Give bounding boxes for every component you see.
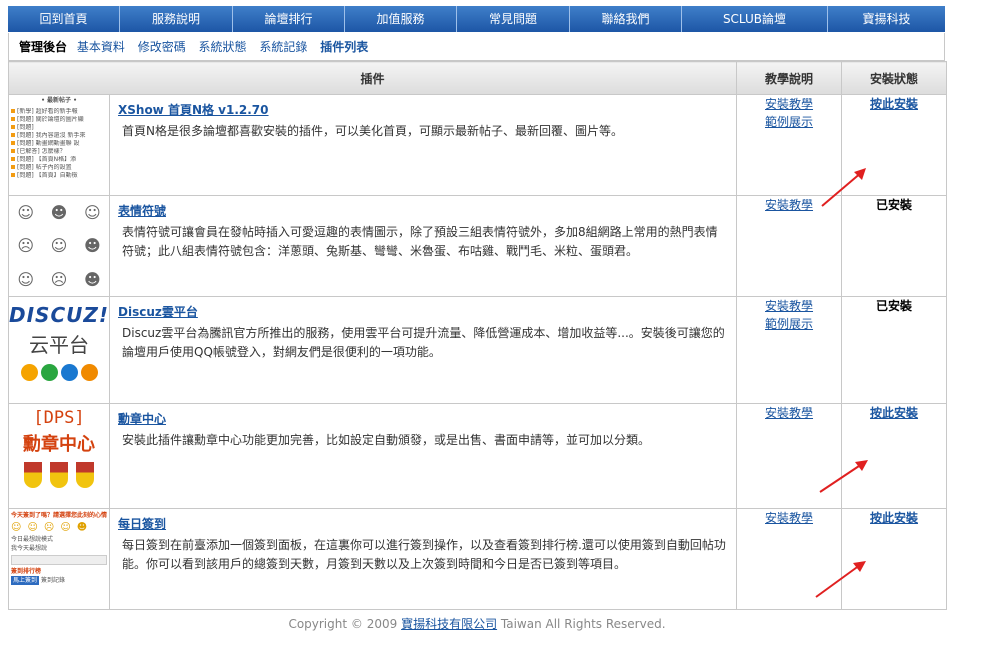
install-button[interactable]: 按此安裝 xyxy=(870,97,918,111)
medal-icon xyxy=(50,462,68,488)
plugin-description: 首頁N格是很多論壇都喜歡安裝的插件，可以美化首頁，可顯示最新帖子、最新回覆、圖片… xyxy=(122,124,623,138)
sub-link-password[interactable]: 修改密碼 xyxy=(138,40,186,54)
nav-faq[interactable]: 常見問題 xyxy=(457,6,570,32)
nav-sclub[interactable]: SCLUB論壇 xyxy=(682,6,828,32)
plugin-name-link[interactable]: Discuz雲平台 xyxy=(118,303,728,320)
sub-link-system-log[interactable]: 系統記錄 xyxy=(259,40,307,54)
install-tutorial-link[interactable]: 安裝教學 xyxy=(737,509,841,527)
medal-icon xyxy=(24,462,42,488)
red-arrow-annotation xyxy=(815,561,866,598)
plugin-name-link[interactable]: 表情符號 xyxy=(118,202,728,219)
manyou-icon xyxy=(80,364,98,381)
medal-icon xyxy=(76,462,94,488)
table-row: 今天簽到了嗎？請選擇您此刻的心情 ☺ ☺ ☹ ☺ ☻ 今日最想說模式 我今天最想說 簽到… xyxy=(8,508,948,610)
installed-status: 已安裝 xyxy=(876,299,913,313)
plugin-name-link[interactable]: XShow 首頁N格 v1.2.70 xyxy=(118,101,728,118)
install-button[interactable]: 按此安裝 xyxy=(870,406,918,420)
install-tutorial-link[interactable]: 安裝教學 xyxy=(737,404,841,422)
tutorial-cell: 安裝教學 xyxy=(736,195,843,297)
table-row: ☺ ☻ ☺ ☹ ☺ ☻ ☺ ☹ ☻ 表情符號 表情符號可讓會員在發帖時插入可愛逗… xyxy=(8,195,948,297)
nav-value-added[interactable]: 加值服務 xyxy=(345,6,457,32)
plugin-info: 勳章中心 安裝此插件讓勳章中心功能更加完善，比如設定自動頒發，或是出售、書面申請… xyxy=(108,403,738,509)
plugin-info: XShow 首頁N格 v1.2.70 首頁N格是很多論壇都喜歡安裝的插件，可以美… xyxy=(108,94,738,196)
plugin-info: 表情符號 表情符號可讓會員在發帖時插入可愛逗趣的表情圖示，除了預設三組表情符號外… xyxy=(108,195,738,297)
emoticon-icon: ☺ xyxy=(17,269,34,289)
plugin-table: 插件 教學說明 安裝狀態 • 最新帖子 • [新學] 超好看的新手報 [問題] … xyxy=(7,61,948,610)
top-navigation: 回到首頁 服務說明 論壇排行 加值服務 常見問題 聯絡我們 SCLUB論壇 寶揚… xyxy=(8,6,945,32)
installed-status: 已安裝 xyxy=(876,198,913,212)
plugin-description: 安裝此插件讓勳章中心功能更加完善，比如設定自動頒發，或是出售、書面申請等，並可加… xyxy=(122,433,651,447)
header-plugin: 插件 xyxy=(7,61,738,95)
install-button[interactable]: 按此安裝 xyxy=(870,511,918,525)
emoticon-thumbnail-image: ☺ ☻ ☺ ☹ ☺ ☻ ☺ ☹ ☻ xyxy=(9,196,109,296)
copyright-suffix: Taiwan All Rights Reserved. xyxy=(497,617,666,631)
sub-link-profile[interactable]: 基本資料 xyxy=(77,40,125,54)
plugin-thumbnail: DISCUZ! 云平台 xyxy=(8,296,110,404)
header-tutorial: 教學說明 xyxy=(736,61,843,95)
demo-link[interactable]: 範例展示 xyxy=(737,315,841,333)
cloud-icon xyxy=(60,364,78,381)
nav-services[interactable]: 服務說明 xyxy=(120,6,233,32)
install-tutorial-link[interactable]: 安裝教學 xyxy=(737,297,841,315)
plugin-thumbnail: • 最新帖子 • [新學] 超好看的新手報 [問題] 關於論壇的圖片顯 [問題]… xyxy=(8,94,110,196)
table-row: [DPS] 勳章中心 勳章中心 安裝此插件讓勳章中心功能更加完善，比如設定自動頒… xyxy=(8,403,948,509)
header-status: 安裝狀態 xyxy=(841,61,948,95)
table-row: • 最新帖子 • [新學] 超好看的新手報 [問題] 關於論壇的圖片顯 [問題]… xyxy=(8,94,948,196)
nav-home[interactable]: 回到首頁 xyxy=(8,6,120,32)
plugin-thumbnail: [DPS] 勳章中心 xyxy=(8,403,110,509)
status-cell: 已安裝 xyxy=(841,296,948,404)
plugin-description: Discuz雲平台為騰訊官方所推出的服務，使用雲平台可提升流量、降低營運成本、增… xyxy=(122,326,725,359)
plugin-description: 每日簽到在前臺添加一個簽到面板，在這裏你可以進行簽到操作，以及查看簽到排行榜.還… xyxy=(122,538,726,571)
plugin-thumbnail: ☺ ☻ ☺ ☹ ☺ ☻ ☺ ☹ ☻ xyxy=(8,195,110,297)
daily-signin-thumbnail-image: 今天簽到了嗎？請選擇您此刻的心情 ☺ ☺ ☹ ☺ ☻ 今日最想說模式 我今天最想說 簽到… xyxy=(11,512,108,585)
emoticon-icon: ☻ xyxy=(83,236,101,256)
sub-link-system-status[interactable]: 系統狀態 xyxy=(199,40,247,54)
admin-subnav: 管理後台 基本資料 修改密碼 系統狀態 系統記錄 插件列表 xyxy=(8,33,945,61)
emoticon-icon: ☺ xyxy=(83,203,101,223)
emoticon-icon: ☺ xyxy=(50,236,68,256)
admin-label: 管理後台 xyxy=(19,40,68,54)
install-tutorial-link[interactable]: 安裝教學 xyxy=(737,95,841,113)
emoticon-icon: ☺ xyxy=(17,203,34,223)
discuz-cloud-logo-image: DISCUZ! 云平台 xyxy=(9,297,109,403)
medal-center-thumbnail-image: [DPS] 勳章中心 xyxy=(9,404,109,508)
plugin-info: Discuz雲平台 Discuz雲平台為騰訊官方所推出的服務，使用雲平台可提升流… xyxy=(108,296,738,404)
table-header-row: 插件 教學說明 安裝狀態 xyxy=(7,61,948,95)
emoticon-icon: ☹ xyxy=(50,269,68,289)
nav-company[interactable]: 寶揚科技 xyxy=(828,6,945,32)
qq-icon xyxy=(20,364,38,381)
nav-contact[interactable]: 聯絡我們 xyxy=(570,6,682,32)
table-row: DISCUZ! 云平台 Discuz雲平台 Discuz雲平台為騰訊官方所推出的… xyxy=(8,296,948,404)
plugin-name-link[interactable]: 勳章中心 xyxy=(118,410,728,427)
tutorial-cell: 安裝教學 範例展示 xyxy=(736,296,843,404)
company-link[interactable]: 寶揚科技有限公司 xyxy=(401,617,497,631)
footer: Copyright © 2009 寶揚科技有限公司 Taiwan All Rig… xyxy=(8,609,946,632)
plugin-name-link[interactable]: 每日簽到 xyxy=(118,515,728,532)
plugin-description: 表情符號可讓會員在發帖時插入可愛逗趣的表情圖示，除了預設三組表情符號外，多加8組… xyxy=(122,225,718,258)
sub-link-plugin-list[interactable]: 插件列表 xyxy=(320,40,368,54)
plugin-info: 每日簽到 每日簽到在前臺添加一個簽到面板，在這裏你可以進行簽到操作，以及查看簽到… xyxy=(108,508,738,610)
red-arrow-annotation xyxy=(819,460,868,493)
demo-link[interactable]: 範例展示 xyxy=(737,113,841,131)
status-cell: 已安裝 xyxy=(841,195,948,297)
copyright-text: Copyright © 2009 xyxy=(288,617,402,631)
nav-ranking[interactable]: 論壇排行 xyxy=(233,6,345,32)
red-arrow-annotation xyxy=(821,168,866,207)
xshow-thumbnail-image: • 最新帖子 • [新學] 超好看的新手報 [問題] 關於論壇的圖片顯 [問題]… xyxy=(9,95,109,195)
emoticon-icon: ☻ xyxy=(50,203,68,223)
weibo-icon xyxy=(40,364,58,381)
plugin-thumbnail: 今天簽到了嗎？請選擇您此刻的心情 ☺ ☺ ☹ ☺ ☻ 今日最想說模式 我今天最想說 簽到… xyxy=(8,508,110,610)
emoticon-icon: ☹ xyxy=(17,236,34,256)
emoticon-icon: ☻ xyxy=(83,269,101,289)
